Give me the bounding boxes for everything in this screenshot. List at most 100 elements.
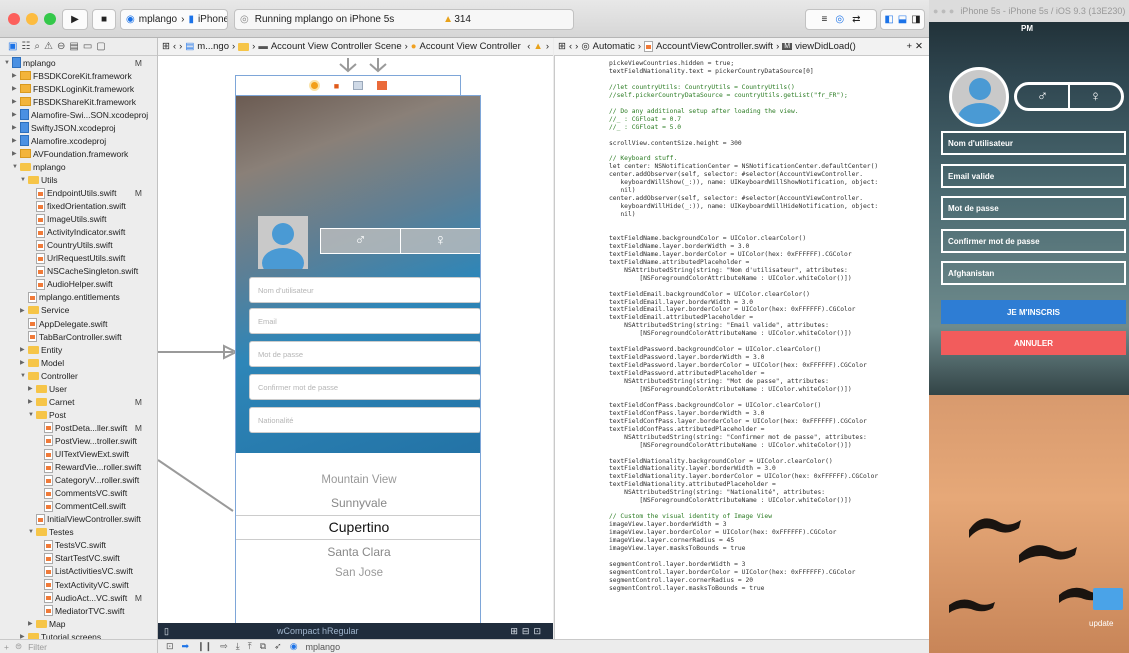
navigator-item[interactable]: ▶ FBSDKShareKit.framework [0,95,156,108]
add-icon[interactable]: + [906,41,912,52]
male-icon[interactable]: ♂ [1017,85,1070,108]
navigator-item[interactable]: MediatorTVC.swift [0,604,156,617]
navigator-item[interactable]: ▼ Testes [0,526,156,539]
navigator-item[interactable]: StartTestVC.swift [0,552,156,565]
email-field[interactable]: Email valide [941,164,1126,188]
disclosure-closed-icon[interactable]: ▶ [12,72,18,79]
navigator-item[interactable]: ▶ Map [0,617,156,630]
disclosure-open-icon[interactable]: ▼ [20,373,26,379]
disclosure-closed-icon[interactable]: ▶ [28,385,34,392]
report-icon[interactable]: ▢ [96,41,105,52]
navigator-item[interactable]: ▼ Utils [0,173,156,186]
navigator-item[interactable]: TestsVC.swift [0,539,156,552]
code-jump-item[interactable]: AccountViewController.swift [656,41,773,52]
navigator-item[interactable]: RewardVie...roller.swift [0,461,156,474]
navigator-item[interactable]: mplango.entitlements [0,291,156,304]
navigator-item[interactable]: ListActivitiesVC.swift [0,565,156,578]
run-button[interactable]: ▶ [62,9,88,30]
avatar[interactable] [258,216,308,269]
close-button[interactable] [8,13,20,25]
confirm-password-field[interactable]: Confirmer mot de passe [941,229,1126,253]
filter-input[interactable]: Filter [28,642,47,652]
step-over-icon[interactable]: ⇨ [220,641,228,652]
scheme-selector[interactable]: ◉ mplango › ▮ iPhone 5s [120,9,228,30]
female-icon[interactable]: ♀ [1070,85,1121,108]
stop-button[interactable]: ■ [92,9,116,30]
layout-tools-icon[interactable]: ⊞⊟⊡ [510,626,545,637]
navigator-item[interactable]: fixedOrientation.swift [0,200,156,213]
avatar[interactable] [949,67,1009,127]
navigator-item[interactable]: UrlRequestUtils.swift [0,252,156,265]
navigator-item[interactable]: ▶ Model [0,356,156,369]
issue-icon[interactable]: ⚠ [44,41,53,52]
symbol-icon[interactable]: ☷ [21,41,30,52]
navigator-item[interactable]: ▶ Alamofire-Swi...SON.xcodeproj [0,108,156,121]
email-field[interactable]: Email [249,308,480,334]
navigator-item[interactable]: CategoryV...roller.swift [0,474,156,487]
related-items-icon[interactable]: ⊞ [558,41,566,52]
disclosure-closed-icon[interactable]: ▶ [20,307,26,314]
step-in-icon[interactable]: ⤓ [236,641,240,652]
disclosure-open-icon[interactable]: ▼ [12,164,18,170]
navigator-item[interactable]: InitialViewController.swift [0,513,156,526]
navigator-item[interactable]: ▶ SwiftyJSON.xcodeproj [0,121,156,134]
navigator-item[interactable]: ▼ mplango [0,160,156,173]
utilities-toggle-icon[interactable]: ◨ [911,14,920,25]
gender-segmented-control[interactable]: ♂ ♀ [1014,82,1124,111]
country-picker[interactable]: Mountain View Sunnyvale Cupertino Santa … [236,474,480,584]
disclosure-closed-icon[interactable]: ▶ [12,124,18,131]
navigator-item[interactable]: ▶ Service [0,304,156,317]
navigator-item[interactable]: ▼ mplango M [0,56,156,69]
navigator-item[interactable]: ▶ FBSDKLoginKit.framework [0,82,156,95]
navigator-item[interactable]: CommentCell.swift [0,500,156,513]
navigator-item[interactable]: UITextViewExt.swift [0,448,156,461]
signup-button[interactable]: JE M'INSCRIS [941,300,1126,324]
navigator-item[interactable]: EndpointUtils.swift M [0,187,156,200]
document-outline-icon[interactable]: ▯ [164,626,169,637]
navigator-item[interactable]: AppDelegate.swift [0,317,156,330]
navigator-toggle-icon[interactable]: ◧ [884,14,893,25]
ib-jump-item[interactable]: Account View Controller [420,41,521,52]
nationality-field[interactable]: Nationalité [249,407,480,433]
debug-toggle-icon[interactable]: ⬓ [898,14,907,25]
view-controller-icon[interactable] [308,80,320,91]
window-controls-icon[interactable]: ● ● ● [933,6,954,16]
male-icon[interactable]: ♂ [321,229,401,253]
breakpoint-icon[interactable]: ▭ [83,41,92,52]
debug-icon[interactable]: ▤ [69,41,78,52]
confirm-password-field[interactable]: Confirmer mot de passe [249,374,480,400]
location-icon[interactable]: ➶ [274,641,282,652]
code-jump-item[interactable]: Automatic [593,41,635,52]
navigator-item[interactable]: TextActivityVC.swift [0,578,156,591]
disclosure-closed-icon[interactable]: ▶ [12,150,18,157]
code-editor[interactable]: pickeViewCountries.hidden = true; textFie… [554,56,929,653]
ib-jump-item[interactable]: m...ngo [197,41,229,52]
navigator-item[interactable]: ▼ Controller [0,369,156,382]
username-field[interactable]: Nom d'utilisateur [249,277,480,303]
navigator-item[interactable]: ▶ Carnet M [0,395,156,408]
navigator-item[interactable]: CountryUtils.swift [0,239,156,252]
debug-target[interactable]: mplango [306,642,341,652]
search-icon[interactable]: ⌕ [34,41,40,52]
navigator-item[interactable]: TabBarController.swift [0,330,156,343]
first-responder-icon[interactable]: ■ [334,81,339,91]
forward-icon[interactable]: › [546,41,553,52]
view-hierarchy-icon[interactable]: ⧉ [260,641,266,652]
related-items-icon[interactable]: ⊞ [162,41,170,52]
placeholder-icon[interactable] [353,81,364,90]
hide-debug-icon[interactable]: ⊡ [166,641,174,652]
filter-icon[interactable]: ⊜ [15,641,22,652]
disclosure-open-icon[interactable]: ▼ [28,412,34,418]
nationality-field[interactable]: Afghanistan [941,261,1126,285]
navigator-item[interactable]: ▶ AVFoundation.framework [0,147,156,160]
standard-editor-icon[interactable]: ≡ [822,14,828,25]
ib-jump-item[interactable]: Account View Controller Scene [271,41,402,52]
folder-icon[interactable] [1093,588,1123,610]
back-icon[interactable]: ‹ [173,41,176,52]
back-icon[interactable]: ‹ [527,41,530,52]
back-icon[interactable]: ‹ [569,41,572,52]
navigator-item[interactable]: ▶ User [0,382,156,395]
disclosure-open-icon[interactable]: ▼ [20,177,26,183]
test-icon[interactable]: ⊖ [57,41,65,52]
navigator-item[interactable]: ▼ Post [0,408,156,421]
